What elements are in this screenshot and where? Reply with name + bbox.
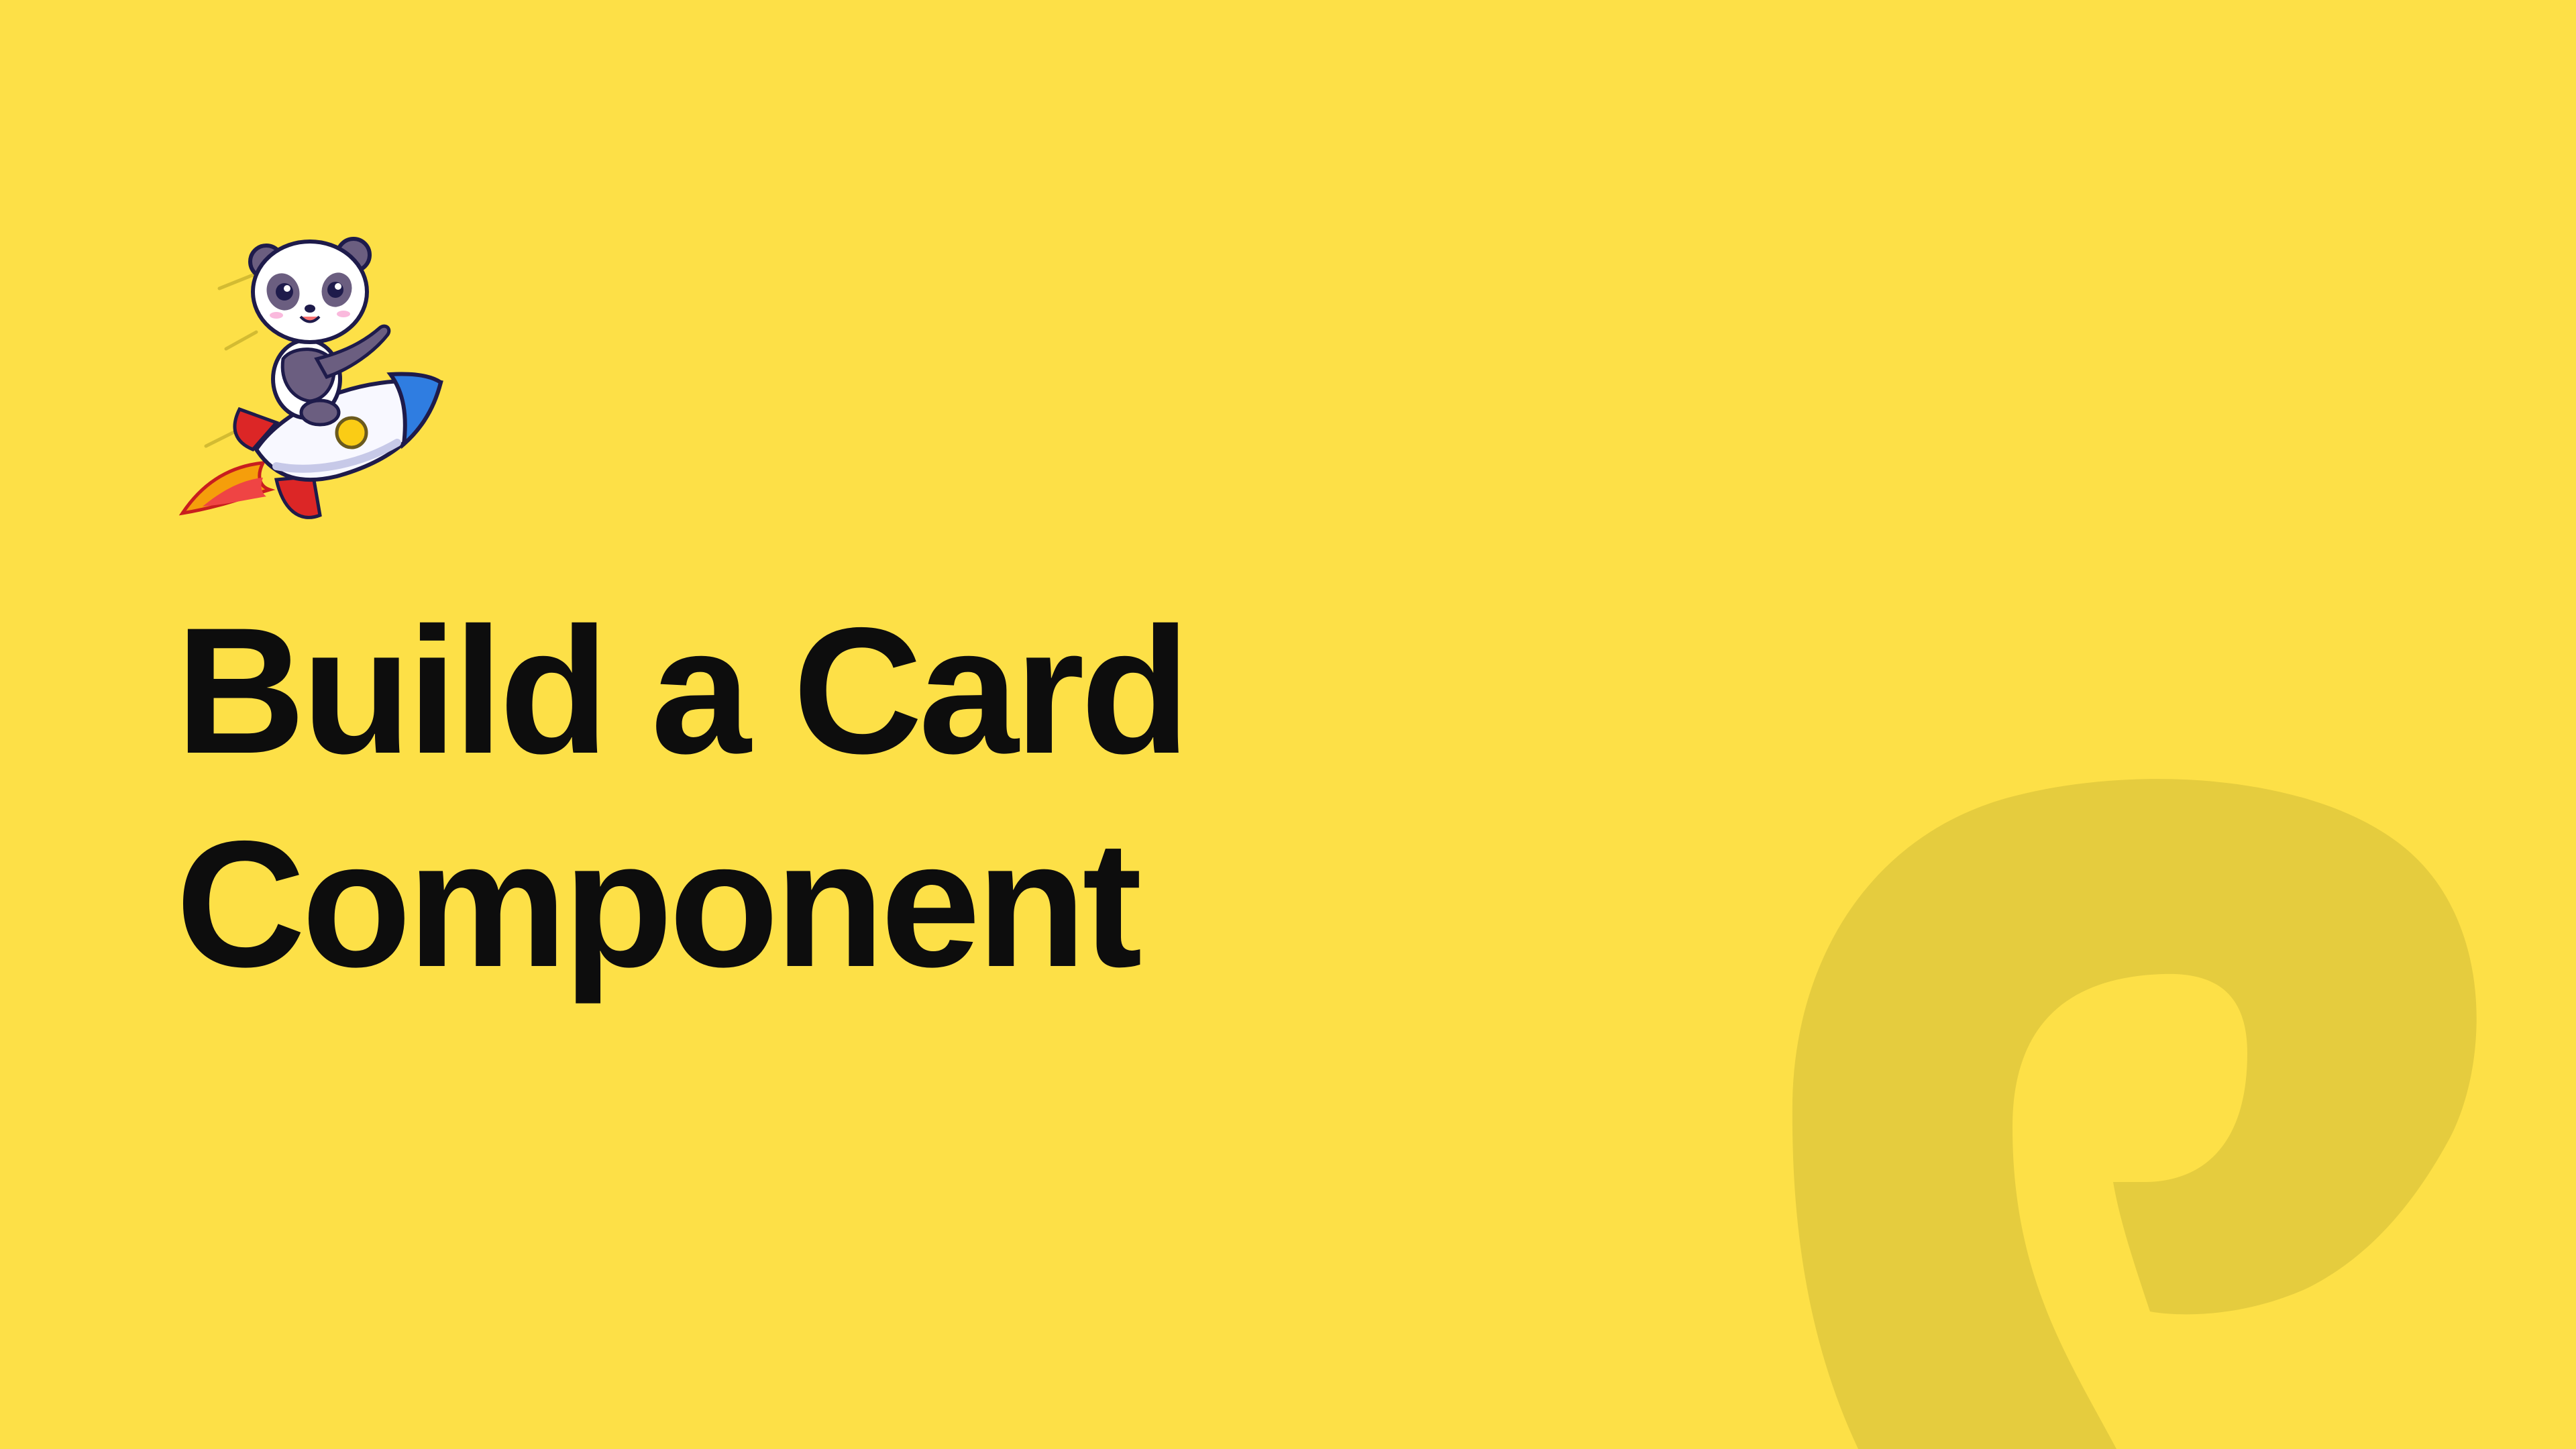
page-title: Build a Card Component xyxy=(176,584,1517,1010)
title-line-1: Build a Card xyxy=(176,590,1190,791)
title-line-2: Component xyxy=(176,803,1142,1004)
panda-riding-rocket-icon xyxy=(178,237,443,519)
